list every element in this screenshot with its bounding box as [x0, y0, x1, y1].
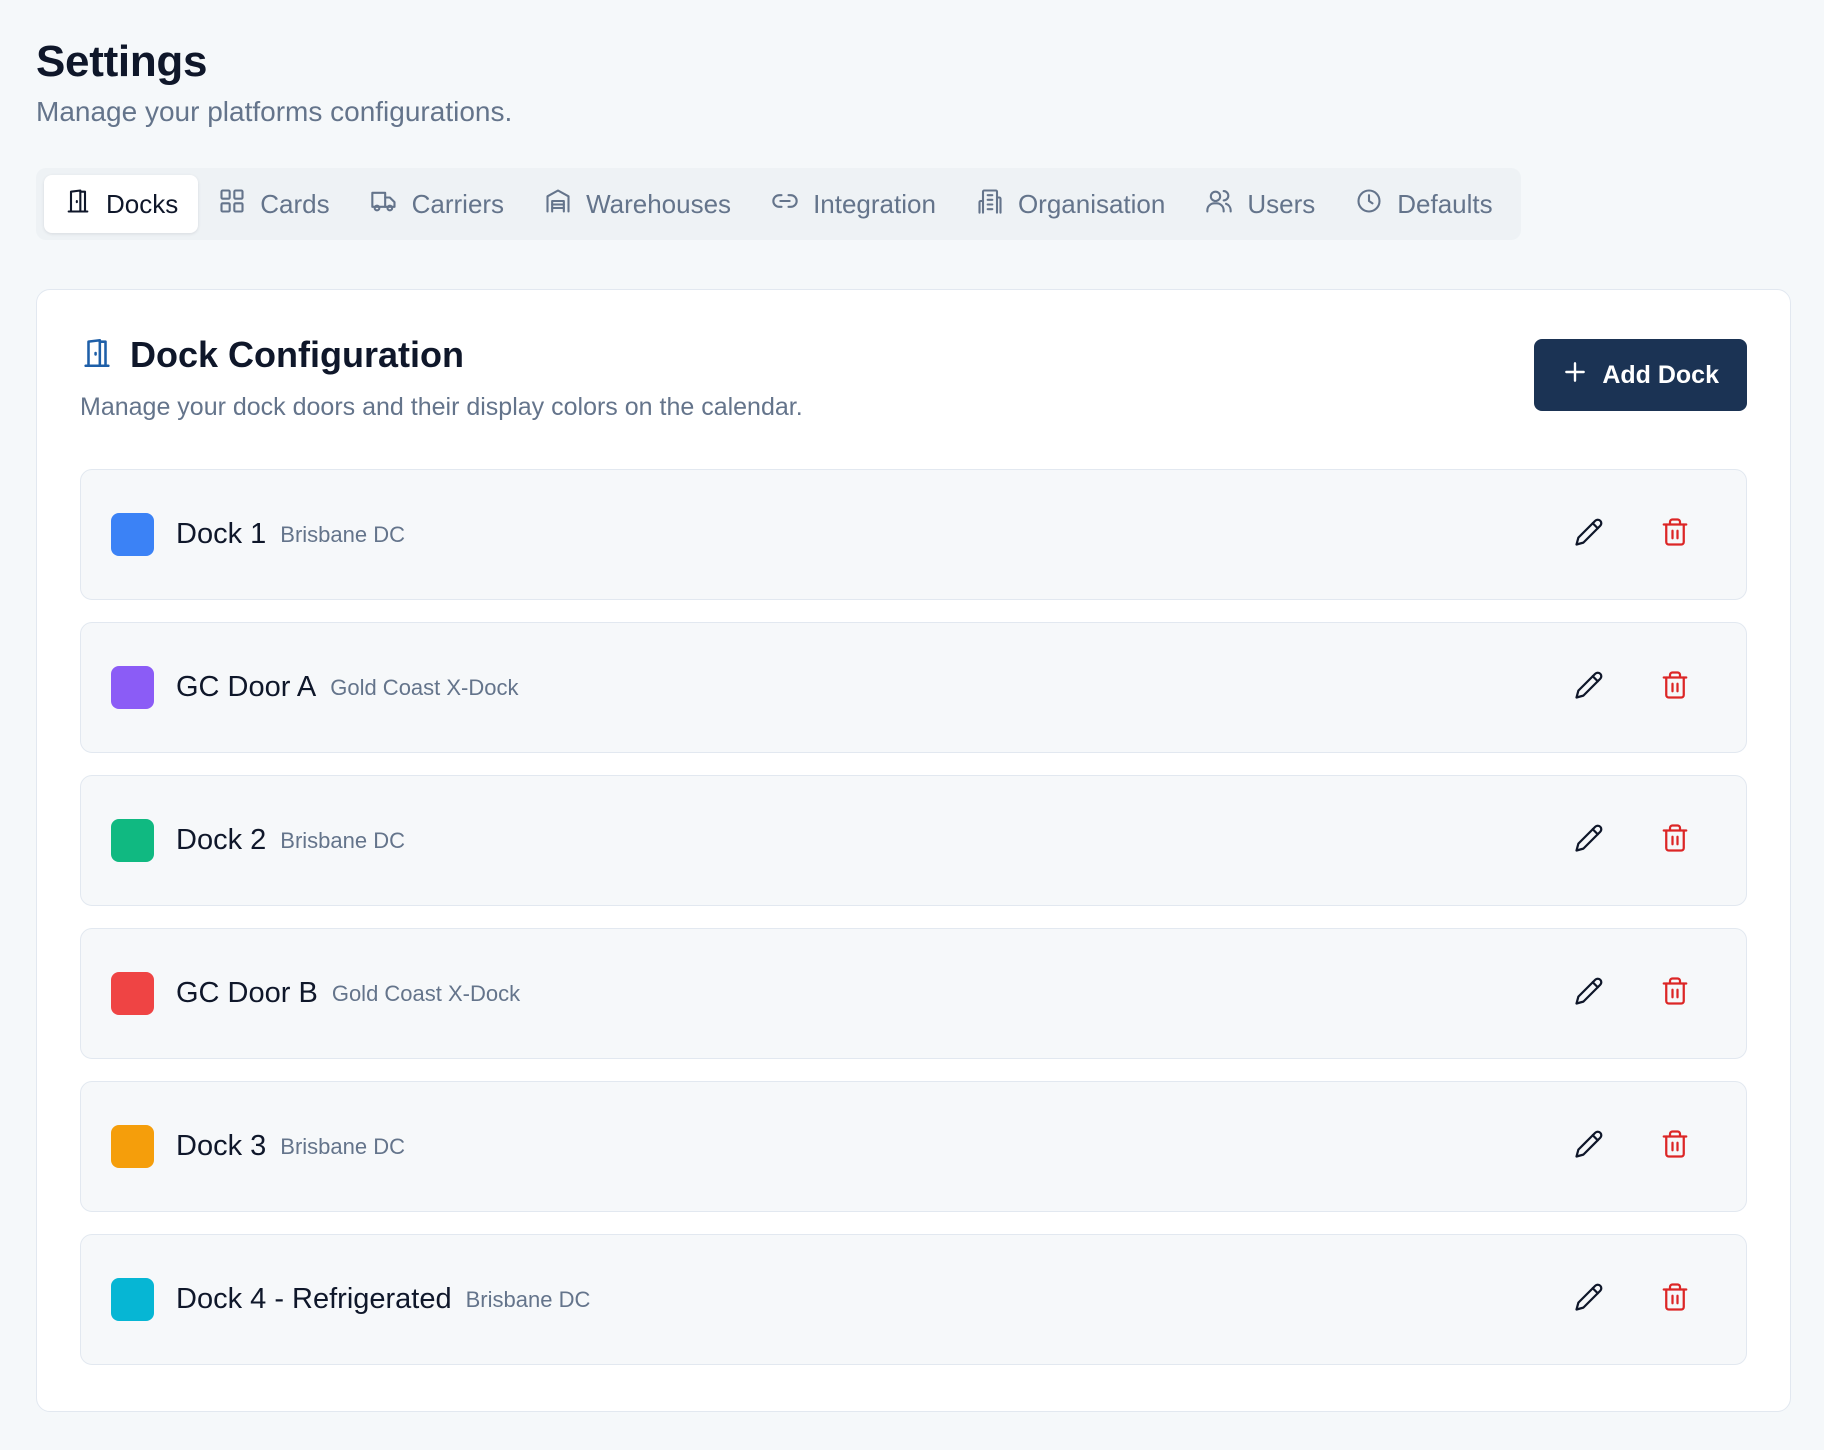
delete-dock-button[interactable] [1650, 510, 1700, 560]
dock-name: Dock 2 [176, 824, 267, 856]
grid-icon [218, 187, 246, 222]
pencil-icon [1574, 823, 1604, 858]
truck-icon [370, 187, 398, 222]
dock-name: GC Door A [176, 671, 317, 703]
tab-carriers[interactable]: Carriers [350, 175, 524, 233]
delete-dock-button[interactable] [1650, 969, 1700, 1019]
dock-color-swatch[interactable] [111, 1125, 154, 1168]
dock-name: Dock 1 [176, 518, 267, 550]
add-dock-label: Add Dock [1602, 360, 1719, 389]
dock-location: Brisbane DC [465, 1286, 591, 1312]
tab-label: Cards [260, 188, 330, 219]
dock-color-swatch[interactable] [111, 1278, 154, 1321]
edit-dock-button[interactable] [1564, 663, 1614, 713]
dock-color-swatch[interactable] [111, 972, 154, 1015]
pencil-icon [1574, 517, 1604, 552]
page-subtitle: Manage your platforms configurations. [36, 96, 513, 127]
settings-tabs: Docks Cards Carriers Warehouses Integrat… [36, 168, 1521, 240]
dock-color-swatch[interactable] [111, 513, 154, 556]
dock-row: GC Door A Gold Coast X-Dock [80, 622, 1747, 753]
dock-list: Dock 1 Brisbane DC GC Door A Gold Coast … [80, 469, 1747, 1365]
delete-dock-button[interactable] [1650, 1275, 1700, 1325]
tab-label: Warehouses [586, 188, 732, 219]
building-icon [976, 187, 1004, 222]
dock-name: GC Door B [176, 977, 318, 1009]
tab-defaults[interactable]: Defaults [1335, 175, 1512, 233]
tab-organisation[interactable]: Organisation [956, 175, 1185, 233]
delete-dock-button[interactable] [1650, 663, 1700, 713]
page-title: Settings [36, 37, 208, 86]
dock-color-swatch[interactable] [111, 666, 154, 709]
card-title-row: Dock Configuration [80, 333, 803, 377]
edit-dock-button[interactable] [1564, 816, 1614, 866]
clock-icon [1355, 187, 1383, 222]
delete-dock-button[interactable] [1650, 1122, 1700, 1172]
edit-dock-button[interactable] [1564, 510, 1614, 560]
trash-icon [1660, 1129, 1690, 1164]
dock-name: Dock 4 - Refrigerated [176, 1283, 452, 1315]
edit-dock-button[interactable] [1564, 1275, 1614, 1325]
dock-location: Brisbane DC [280, 827, 405, 853]
dock-location: Gold Coast X-Dock [331, 980, 521, 1006]
dock-location: Brisbane DC [280, 521, 405, 547]
tab-warehouses[interactable]: Warehouses [524, 175, 751, 233]
dock-name: Dock 3 [176, 1130, 267, 1162]
door-icon [64, 187, 92, 222]
tab-label: Carriers [411, 188, 505, 219]
card-header: Dock Configuration Manage your dock door… [80, 333, 1747, 423]
trash-icon [1660, 517, 1690, 552]
card-description: Manage your dock doors and their display… [80, 393, 803, 421]
dock-row: Dock 1 Brisbane DC [80, 469, 1747, 600]
dock-row: Dock 3 Brisbane DC [80, 1081, 1747, 1212]
card-title: Dock Configuration [130, 334, 464, 375]
trash-icon [1660, 823, 1690, 858]
tab-integration[interactable]: Integration [751, 175, 956, 233]
add-dock-button[interactable]: Add Dock [1534, 339, 1747, 411]
dock-row: Dock 2 Brisbane DC [80, 775, 1747, 906]
tab-label: Integration [813, 188, 936, 219]
dock-configuration-card: Dock Configuration Manage your dock door… [36, 289, 1791, 1412]
pencil-icon [1574, 1282, 1604, 1317]
tab-docks[interactable]: Docks [44, 175, 199, 233]
delete-dock-button[interactable] [1650, 816, 1700, 866]
users-icon [1205, 187, 1233, 222]
door-icon [80, 336, 114, 375]
tab-users[interactable]: Users [1185, 175, 1335, 233]
link-icon [771, 187, 799, 222]
trash-icon [1660, 1282, 1690, 1317]
tab-cards[interactable]: Cards [198, 175, 349, 233]
edit-dock-button[interactable] [1564, 969, 1614, 1019]
tab-label: Docks [106, 188, 179, 219]
dock-color-swatch[interactable] [111, 819, 154, 862]
pencil-icon [1574, 1129, 1604, 1164]
tab-label: Organisation [1017, 188, 1166, 219]
edit-dock-button[interactable] [1564, 1122, 1614, 1172]
card-heading: Dock Configuration Manage your dock door… [80, 333, 803, 423]
trash-icon [1660, 670, 1690, 705]
tab-label: Defaults [1397, 188, 1493, 219]
plus-icon [1562, 359, 1588, 392]
dock-location: Gold Coast X-Dock [330, 674, 519, 700]
settings-page: Settings Manage your platforms configura… [0, 0, 1824, 1450]
pencil-icon [1574, 670, 1604, 705]
trash-icon [1660, 976, 1690, 1011]
dock-location: Brisbane DC [280, 1133, 405, 1159]
dock-row: GC Door B Gold Coast X-Dock [80, 928, 1747, 1059]
warehouse-icon [544, 187, 572, 222]
dock-row: Dock 4 - Refrigerated Brisbane DC [80, 1234, 1747, 1365]
tab-label: Users [1247, 188, 1316, 219]
pencil-icon [1574, 976, 1604, 1011]
